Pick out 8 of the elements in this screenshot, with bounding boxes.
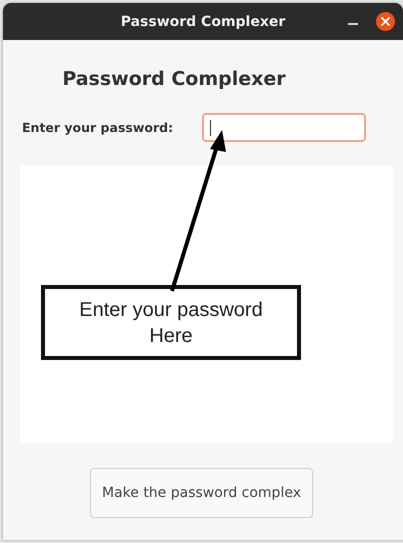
minimize-icon[interactable] xyxy=(348,23,358,26)
window-title: Password Complexer xyxy=(120,14,286,30)
password-field[interactable] xyxy=(202,113,366,142)
password-label: Enter your password: xyxy=(22,120,174,135)
complex-button[interactable]: Make the password complex xyxy=(90,468,313,518)
close-button[interactable] xyxy=(376,12,395,31)
app-heading: Password Complexer xyxy=(62,68,287,90)
callout-box: Enter your password Here xyxy=(41,285,301,360)
